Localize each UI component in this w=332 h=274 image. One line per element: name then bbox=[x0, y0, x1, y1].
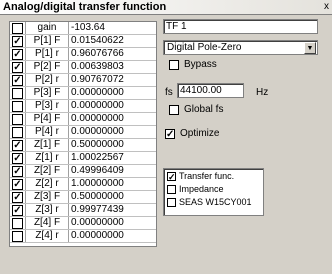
global-fs-label: Global fs bbox=[184, 104, 224, 115]
param-label: P[2] F bbox=[25, 61, 68, 73]
table-row: ✓ Z[3] r 0.99977439 bbox=[10, 204, 156, 216]
param-value[interactable]: 0.00639803 bbox=[68, 61, 159, 73]
param-checkbox[interactable]: ✓ bbox=[12, 153, 23, 164]
list-item-label: Transfer func. bbox=[179, 171, 235, 181]
param-label: Z[2] F bbox=[25, 165, 68, 177]
param-label: Z[1] r bbox=[25, 152, 68, 164]
param-checkbox[interactable]: ✓ bbox=[12, 140, 23, 151]
table-row: ✓ P[1] r 0.96076766 bbox=[10, 48, 156, 60]
param-checkbox[interactable]: ✓ bbox=[12, 36, 23, 47]
param-value[interactable]: 1.00000000 bbox=[68, 178, 159, 190]
optimize-target-list: ✓ Transfer func. Impedance SEAS W15CY001 bbox=[163, 168, 264, 216]
param-checkbox[interactable] bbox=[12, 127, 23, 138]
param-label: Z[3] r bbox=[25, 204, 68, 216]
param-checkbox[interactable]: ✓ bbox=[12, 166, 23, 177]
table-row: P[3] r 0.00000000 bbox=[10, 100, 156, 112]
param-checkbox[interactable] bbox=[12, 88, 23, 99]
param-value[interactable]: 0.00000000 bbox=[68, 230, 159, 242]
param-checkbox[interactable]: ✓ bbox=[12, 179, 23, 190]
list-item-label: Impedance bbox=[179, 184, 224, 194]
table-row: ✓ Z[3] F 0.50000000 bbox=[10, 191, 156, 203]
table-row: ✓ Z[1] r 1.00022567 bbox=[10, 152, 156, 164]
param-label: gain bbox=[25, 22, 68, 34]
bypass-checkbox[interactable] bbox=[169, 60, 179, 70]
param-label: Z[3] F bbox=[25, 191, 68, 203]
param-checkbox[interactable] bbox=[12, 23, 23, 34]
param-value[interactable]: 0.00000000 bbox=[68, 126, 159, 138]
parameter-grid: gain -103.64 ✓ P[1] F 0.01540622 ✓ P[1] r 0.960… bbox=[9, 21, 157, 247]
param-checkbox[interactable] bbox=[12, 218, 23, 229]
close-icon[interactable]: x bbox=[324, 0, 329, 13]
chevron-down-icon[interactable]: ▼ bbox=[304, 42, 316, 54]
param-value[interactable]: 0.90767072 bbox=[68, 74, 159, 86]
param-checkbox[interactable]: ✓ bbox=[12, 75, 23, 86]
fs-input[interactable]: 44100.00 bbox=[177, 83, 244, 98]
param-value[interactable]: 0.01540622 bbox=[68, 35, 159, 47]
param-label: P[2] r bbox=[25, 74, 68, 86]
optimize-checkbox[interactable]: ✓ bbox=[165, 129, 175, 140]
param-value[interactable]: 0.50000000 bbox=[68, 191, 159, 203]
transfer-func-checkbox[interactable]: ✓ bbox=[167, 172, 176, 182]
param-checkbox[interactable]: ✓ bbox=[12, 205, 23, 216]
global-fs-checkbox[interactable] bbox=[169, 105, 179, 115]
optimize-label: Optimize bbox=[180, 128, 220, 139]
fs-unit: Hz bbox=[256, 87, 269, 98]
param-label: Z[2] r bbox=[25, 178, 68, 190]
param-label: P[1] r bbox=[25, 48, 68, 60]
table-row: ✓ Z[1] F 0.50000000 bbox=[10, 139, 156, 151]
name-input[interactable]: TF 1 bbox=[163, 19, 318, 34]
row-divider bbox=[10, 242, 156, 243]
param-value[interactable]: -103.64 bbox=[68, 22, 159, 34]
type-select-value: Digital Pole-Zero bbox=[167, 42, 242, 53]
param-value[interactable]: 0.50000000 bbox=[68, 139, 159, 151]
param-label: P[3] F bbox=[25, 87, 68, 99]
param-value[interactable]: 0.00000000 bbox=[68, 87, 159, 99]
param-value[interactable]: 0.00000000 bbox=[68, 113, 159, 125]
table-row: P[3] F 0.00000000 bbox=[10, 87, 156, 99]
param-value[interactable]: 0.00000000 bbox=[68, 217, 159, 229]
table-row: ✓ Z[2] r 1.00000000 bbox=[10, 178, 156, 190]
param-label: Z[4] F bbox=[25, 217, 68, 229]
table-row: ✓ Z[2] F 0.49996409 bbox=[10, 165, 156, 177]
bypass-label: Bypass bbox=[184, 59, 217, 70]
param-checkbox[interactable]: ✓ bbox=[12, 192, 23, 203]
table-row: Z[4] F 0.00000000 bbox=[10, 217, 156, 229]
fs-label: fs bbox=[165, 87, 173, 98]
param-label: P[1] F bbox=[25, 35, 68, 47]
param-label: P[3] r bbox=[25, 100, 68, 112]
param-value[interactable]: 1.00022567 bbox=[68, 152, 159, 164]
param-value[interactable]: 0.99977439 bbox=[68, 204, 159, 216]
param-checkbox[interactable] bbox=[12, 114, 23, 125]
param-label: P[4] r bbox=[25, 126, 68, 138]
type-select[interactable]: Digital Pole-Zero ▼ bbox=[163, 40, 318, 55]
title-bar: Analog/digital transfer function x bbox=[0, 0, 332, 15]
param-label: Z[4] r bbox=[25, 230, 68, 242]
param-value[interactable]: 0.00000000 bbox=[68, 100, 159, 112]
param-label: Z[1] F bbox=[25, 139, 68, 151]
param-checkbox[interactable]: ✓ bbox=[12, 49, 23, 60]
table-row: gain -103.64 bbox=[10, 22, 156, 34]
param-value[interactable]: 0.49996409 bbox=[68, 165, 159, 177]
table-row: P[4] r 0.00000000 bbox=[10, 126, 156, 138]
list-item-label: SEAS W15CY001 bbox=[179, 197, 252, 207]
table-row: ✓ P[1] F 0.01540622 bbox=[10, 35, 156, 47]
window-title: Analog/digital transfer function bbox=[3, 1, 167, 13]
table-row: ✓ P[2] r 0.90767072 bbox=[10, 74, 156, 86]
param-label: P[4] F bbox=[25, 113, 68, 125]
param-checkbox[interactable] bbox=[12, 231, 23, 242]
param-value[interactable]: 0.96076766 bbox=[68, 48, 159, 60]
table-row: ✓ P[2] F 0.00639803 bbox=[10, 61, 156, 73]
impedance-checkbox[interactable] bbox=[167, 185, 176, 194]
seas-w15cy001-checkbox[interactable] bbox=[167, 198, 176, 207]
table-row: Z[4] r 0.00000000 bbox=[10, 230, 156, 242]
table-row: P[4] F 0.00000000 bbox=[10, 113, 156, 125]
param-checkbox[interactable] bbox=[12, 101, 23, 112]
param-checkbox[interactable]: ✓ bbox=[12, 62, 23, 73]
